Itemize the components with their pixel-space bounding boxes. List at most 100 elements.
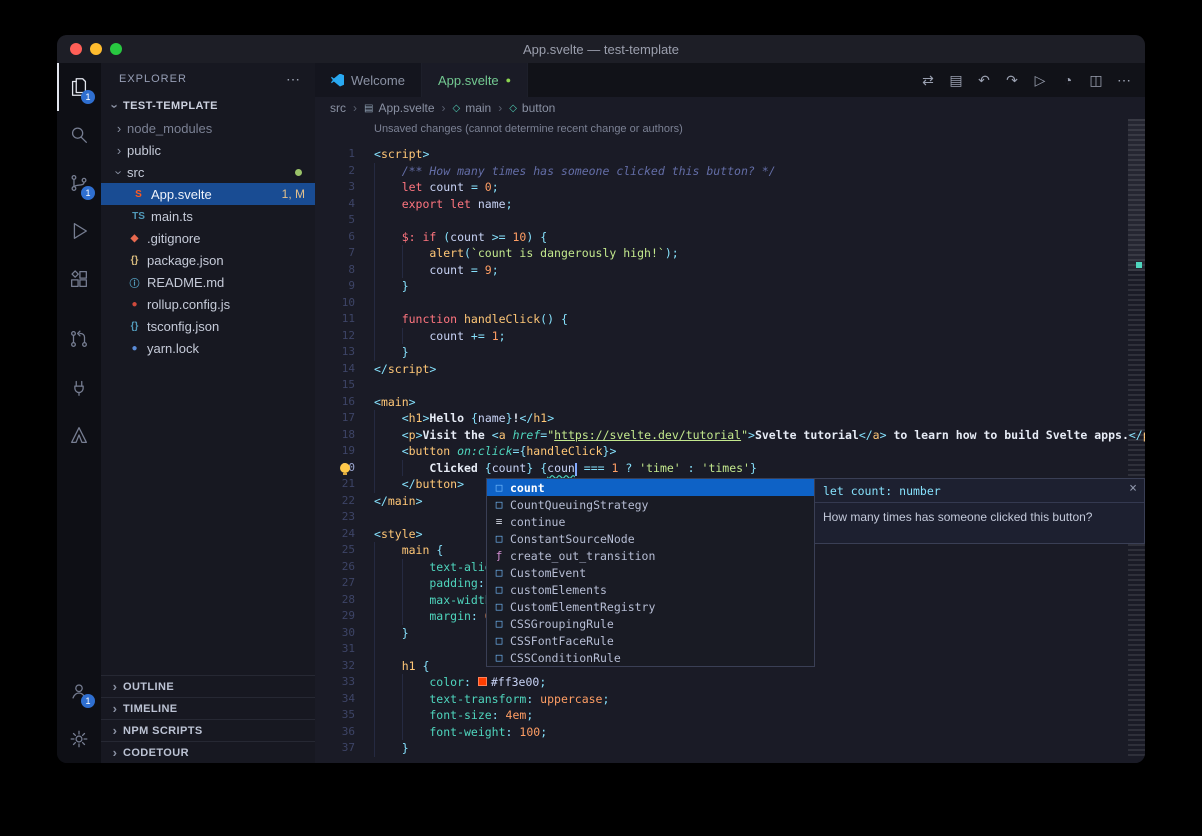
remote-explorer-icon[interactable] (57, 363, 101, 411)
code-line: 35font-size: 4em; (315, 707, 1145, 724)
line-number[interactable]: 17 (315, 410, 355, 427)
line-number[interactable]: 9 (315, 278, 355, 295)
line-number[interactable]: 31 (315, 641, 355, 658)
tab-welcome[interactable]: Welcome (315, 63, 422, 97)
line-number[interactable]: 24 (315, 526, 355, 543)
line-number[interactable]: 4 (315, 196, 355, 213)
line-number[interactable]: 10 (315, 295, 355, 312)
line-number[interactable]: 5 (315, 212, 355, 229)
suggestion-count[interactable]: □count (487, 479, 814, 496)
line-number[interactable]: 23 (315, 509, 355, 526)
line-number[interactable]: 15 (315, 377, 355, 394)
file-item-yarn-lock[interactable]: ●yarn.lock (101, 337, 315, 359)
split-editor-icon[interactable]: ◫ (1085, 72, 1107, 89)
minimap-slider[interactable] (1128, 119, 1145, 271)
azure-icon[interactable] (57, 411, 101, 459)
lightbulb-icon[interactable] (340, 463, 350, 473)
line-number[interactable]: 12 (315, 328, 355, 345)
line-number[interactable]: 36 (315, 724, 355, 741)
line-number[interactable]: 2 (315, 163, 355, 180)
line-number[interactable]: 27 (315, 575, 355, 592)
file-item-tsconfig-json[interactable]: {}tsconfig.json (101, 315, 315, 337)
suggestion-continue[interactable]: ≡continue (487, 513, 814, 530)
github-pull-requests-icon[interactable] (57, 315, 101, 363)
file-item-gitignore[interactable]: ◆.gitignore (101, 227, 315, 249)
accounts-icon[interactable]: 1 (57, 667, 101, 715)
suggestion-cssconditionrule[interactable]: □CSSConditionRule (487, 649, 814, 666)
section-header-npm-scripts[interactable]: ›NPM SCRIPTS (101, 719, 315, 741)
close-icon[interactable]: × (1129, 481, 1137, 496)
file-item-main-ts[interactable]: TSmain.ts (101, 205, 315, 227)
line-number[interactable]: 29 (315, 608, 355, 625)
code-line: 7alert(`count is dangerously high!`); (315, 245, 1145, 262)
section-header-test-template[interactable]: › TEST-TEMPLATE (101, 95, 315, 117)
suggestion-cssfontfacerule[interactable]: □CSSFontFaceRule (487, 632, 814, 649)
search-icon[interactable] (57, 111, 101, 159)
folder-item-node-modules[interactable]: ›node_modules (101, 117, 315, 139)
line-number[interactable]: 11 (315, 311, 355, 328)
line-number[interactable]: 8 (315, 262, 355, 279)
more-actions-icon[interactable]: ⋯ (1113, 72, 1135, 89)
suggestion-customelementregistry[interactable]: □CustomElementRegistry (487, 598, 814, 615)
titlebar[interactable]: App.svelte — test-template (57, 35, 1145, 63)
line-number[interactable]: 21 (315, 476, 355, 493)
file-item-rollup-config-js[interactable]: ●rollup.config.js (101, 293, 315, 315)
line-number[interactable]: 18 (315, 427, 355, 444)
chevron-right-icon: › (111, 143, 127, 158)
breadcrumb-separator-icon: › (442, 101, 446, 115)
section-header-outline[interactable]: ›OUTLINE (101, 675, 315, 697)
line-number[interactable]: 37 (315, 740, 355, 757)
line-number[interactable]: 28 (315, 592, 355, 609)
timeline-icon[interactable]: ◔ (1057, 72, 1079, 88)
extensions-icon[interactable] (57, 255, 101, 303)
folder-item-public[interactable]: ›public (101, 139, 315, 161)
line-number[interactable]: 3 (315, 179, 355, 196)
breadcrumb-item-main[interactable]: ◇main (453, 101, 492, 115)
line-number[interactable]: 33 (315, 674, 355, 691)
line-number[interactable]: 30 (315, 625, 355, 642)
open-changes-icon[interactable]: ▤ (945, 72, 967, 89)
line-number[interactable]: 35 (315, 707, 355, 724)
forward-icon[interactable]: ↷ (1001, 72, 1023, 89)
line-number[interactable]: 26 (315, 559, 355, 576)
line-number[interactable]: 34 (315, 691, 355, 708)
suggestion-constantsourcenode[interactable]: □ConstantSourceNode (487, 530, 814, 547)
run-icon[interactable]: ▷ (1029, 72, 1051, 89)
breadcrumb-item-src[interactable]: src (330, 101, 346, 115)
line-number[interactable]: 7 (315, 245, 355, 262)
line-number[interactable]: 19 (315, 443, 355, 460)
vscode-window: App.svelte — test-template 111 EXPLORER … (57, 35, 1145, 763)
line-number[interactable]: 22 (315, 493, 355, 510)
explorer-icon[interactable]: 1 (57, 63, 101, 111)
breadcrumb-item-button[interactable]: ◇button (509, 101, 555, 115)
chevron-right-icon: › (107, 745, 123, 760)
line-number[interactable]: 25 (315, 542, 355, 559)
line-number[interactable]: 16 (315, 394, 355, 411)
more-actions-icon[interactable]: ⋯ (286, 71, 301, 88)
file-item-app-svelte[interactable]: SApp.svelte1, M (101, 183, 315, 205)
file-item-package-json[interactable]: {}package.json (101, 249, 315, 271)
suggestion-customevent[interactable]: □CustomEvent (487, 564, 814, 581)
section-header-codetour[interactable]: ›CODETOUR (101, 741, 315, 763)
compare-changes-icon[interactable]: ⇄ (917, 72, 939, 89)
indent-guide (374, 542, 402, 559)
line-number[interactable]: 32 (315, 658, 355, 675)
back-icon[interactable]: ↶ (973, 72, 995, 89)
suggestion-customelements[interactable]: □customElements (487, 581, 814, 598)
line-number[interactable]: 14 (315, 361, 355, 378)
folder-item-src[interactable]: ›src (101, 161, 315, 183)
file-item-readme-md[interactable]: ⓘREADME.md (101, 271, 315, 293)
item-label: .gitignore (147, 231, 200, 246)
run-debug-icon[interactable] (57, 207, 101, 255)
suggestion-countqueuingstrategy[interactable]: □CountQueuingStrategy (487, 496, 814, 513)
suggestion-create-out-transition[interactable]: ƒcreate_out_transition (487, 547, 814, 564)
section-header-timeline[interactable]: ›TIMELINE (101, 697, 315, 719)
line-number[interactable]: 1 (315, 146, 355, 163)
tab-app-svelte[interactable]: App.svelte● (422, 63, 528, 97)
line-number[interactable]: 13 (315, 344, 355, 361)
source-control-icon[interactable]: 1 (57, 159, 101, 207)
settings-icon[interactable] (57, 715, 101, 763)
breadcrumb-item-app-svelte[interactable]: ▤App.svelte (364, 101, 435, 115)
line-number[interactable]: 6 (315, 229, 355, 246)
suggestion-cssgroupingrule[interactable]: □CSSGroupingRule (487, 615, 814, 632)
